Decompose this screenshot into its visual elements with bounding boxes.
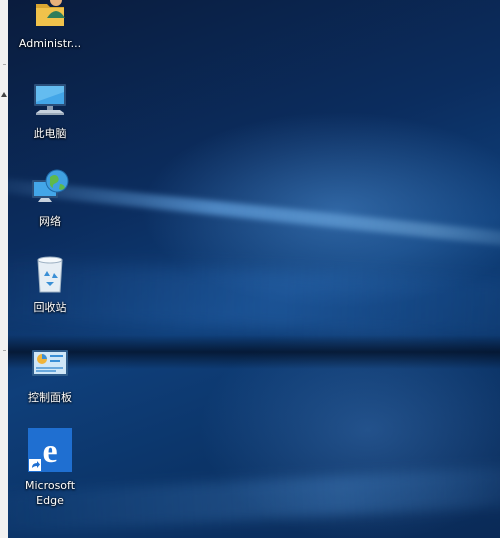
- desktop[interactable]: Administr... 此电脑 网络 回收站 控制面板 e Microsoft…: [8, 0, 500, 538]
- desktop-icon-administrator[interactable]: Administr...: [18, 0, 82, 51]
- icon-label: 此电脑: [33, 127, 67, 140]
- window-edge-mark: [3, 64, 6, 65]
- svg-text:e: e: [42, 433, 57, 470]
- edge-icon: e: [28, 428, 72, 472]
- recycle-bin-icon: [30, 254, 70, 294]
- shortcut-arrow-icon: [29, 459, 41, 471]
- icon-label: 控制面板: [28, 391, 72, 404]
- desktop-icon-control-panel[interactable]: 控制面板: [18, 344, 82, 405]
- network-globe-icon: [30, 168, 70, 208]
- icon-label: Administr...: [18, 37, 82, 50]
- desktop-icon-this-pc[interactable]: 此电脑: [18, 80, 82, 141]
- icon-label: 回收站: [33, 301, 67, 314]
- window-edge-mark: [3, 350, 6, 351]
- control-panel-icon: [30, 344, 70, 384]
- desktop-icon-microsoft-edge[interactable]: e Microsoft Edge: [18, 428, 82, 508]
- desktop-icon-recycle-bin[interactable]: 回收站: [18, 254, 82, 315]
- computer-icon: [30, 80, 70, 120]
- window-edge-arrow: [1, 92, 7, 97]
- desktop-icon-network[interactable]: 网络: [18, 168, 82, 229]
- icon-label: 网络: [39, 215, 61, 228]
- user-folder-icon: [30, 0, 70, 30]
- icon-label: Microsoft Edge: [24, 479, 76, 507]
